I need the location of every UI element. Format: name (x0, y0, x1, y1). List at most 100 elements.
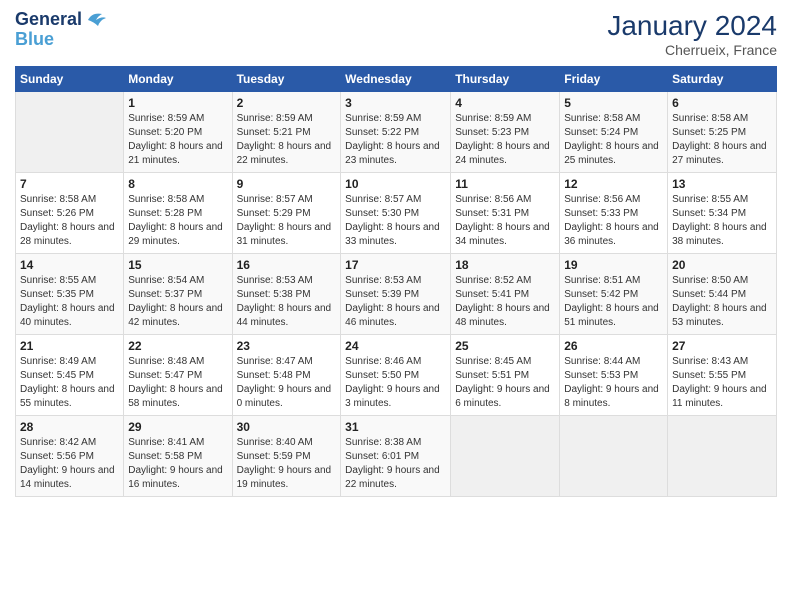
cell-w5-d6 (560, 416, 668, 497)
day-info: Sunrise: 8:58 AMSunset: 5:25 PMDaylight:… (672, 112, 772, 168)
day-number: 22 (128, 339, 227, 353)
day-number: 12 (564, 177, 663, 191)
cell-w3-d3: 16Sunrise: 8:53 AMSunset: 5:38 PMDayligh… (232, 254, 341, 335)
day-info: Sunrise: 8:58 AMSunset: 5:28 PMDaylight:… (128, 193, 227, 249)
week-row-4: 21 Sunrise: 8:49 AMSunset: 5:45 PMDayligh… (16, 335, 777, 416)
cell-w1-d5: 4Sunrise: 8:59 AMSunset: 5:23 PMDaylight… (451, 92, 560, 173)
day-info: Sunrise: 8:45 AMSunset: 5:51 PMDaylight:… (455, 355, 555, 411)
cell-w1-d1 (16, 92, 124, 173)
cell-w1-d6: 5Sunrise: 8:58 AMSunset: 5:24 PMDaylight… (560, 92, 668, 173)
logo-bird-icon (84, 10, 106, 28)
cell-w5-d7 (668, 416, 777, 497)
logo-text-blue: Blue (15, 29, 54, 49)
day-number: 23 (237, 339, 337, 353)
cell-w1-d2: 1 Sunrise: 8:59 AMSunset: 5:20 PMDaylight… (124, 92, 232, 173)
day-number: 24 (345, 339, 446, 353)
cell-w1-d7: 6 Sunrise: 8:58 AMSunset: 5:25 PMDaylight… (668, 92, 777, 173)
day-number: 6 (672, 96, 772, 110)
week-row-5: 28 Sunrise: 8:42 AMSunset: 5:56 PMDayligh… (16, 416, 777, 497)
day-info: Sunrise: 8:40 AMSunset: 5:59 PMDaylight:… (237, 436, 337, 492)
logo-text-general: General (15, 10, 82, 30)
header-tuesday: Tuesday (232, 67, 341, 92)
cell-w5-d2: 29Sunrise: 8:41 AMSunset: 5:58 PMDayligh… (124, 416, 232, 497)
day-info: Sunrise: 8:48 AMSunset: 5:47 PMDaylight:… (128, 355, 227, 411)
page-container: General Blue January 2024 Cherrueix, Fra… (0, 0, 792, 507)
cell-w2-d5: 11 Sunrise: 8:56 AMSunset: 5:31 PMDayligh… (451, 173, 560, 254)
day-info: Sunrise: 8:58 AMSunset: 5:26 PMDaylight:… (20, 193, 119, 249)
month-title: January 2024 (607, 10, 777, 42)
day-info: Sunrise: 8:49 AMSunset: 5:45 PMDaylight:… (20, 355, 119, 411)
cell-w4-d4: 24 Sunrise: 8:46 AMSunset: 5:50 PMDayligh… (341, 335, 451, 416)
day-number: 15 (128, 258, 227, 272)
day-info: Sunrise: 8:55 AMSunset: 5:34 PMDaylight:… (672, 193, 772, 249)
header-monday: Monday (124, 67, 232, 92)
cell-w3-d6: 19Sunrise: 8:51 AMSunset: 5:42 PMDayligh… (560, 254, 668, 335)
day-info: Sunrise: 8:58 AMSunset: 5:24 PMDaylight:… (564, 112, 663, 168)
cell-w5-d4: 31 Sunrise: 8:38 AMSunset: 6:01 PMDayligh… (341, 416, 451, 497)
day-number: 1 (128, 96, 227, 110)
cell-w5-d1: 28 Sunrise: 8:42 AMSunset: 5:56 PMDayligh… (16, 416, 124, 497)
day-number: 29 (128, 420, 227, 434)
day-info: Sunrise: 8:47 AMSunset: 5:48 PMDaylight:… (237, 355, 337, 411)
header-friday: Friday (560, 67, 668, 92)
cell-w1-d3: 2 Sunrise: 8:59 AMSunset: 5:21 PMDaylight… (232, 92, 341, 173)
day-number: 30 (237, 420, 337, 434)
cell-w3-d2: 15Sunrise: 8:54 AMSunset: 5:37 PMDayligh… (124, 254, 232, 335)
day-info: Sunrise: 8:56 AMSunset: 5:33 PMDaylight:… (564, 193, 663, 249)
day-number: 3 (345, 96, 446, 110)
cell-w2-d7: 13 Sunrise: 8:55 AMSunset: 5:34 PMDayligh… (668, 173, 777, 254)
cell-w3-d5: 18 Sunrise: 8:52 AMSunset: 5:41 PMDayligh… (451, 254, 560, 335)
cell-w4-d7: 27Sunrise: 8:43 AMSunset: 5:55 PMDayligh… (668, 335, 777, 416)
day-number: 11 (455, 177, 555, 191)
cell-w2-d2: 8Sunrise: 8:58 AMSunset: 5:28 PMDaylight… (124, 173, 232, 254)
location: Cherrueix, France (607, 42, 777, 58)
day-info: Sunrise: 8:56 AMSunset: 5:31 PMDaylight:… (455, 193, 555, 249)
cell-w4-d3: 23 Sunrise: 8:47 AMSunset: 5:48 PMDayligh… (232, 335, 341, 416)
title-section: January 2024 Cherrueix, France (607, 10, 777, 58)
cell-w2-d4: 10 Sunrise: 8:57 AMSunset: 5:30 PMDayligh… (341, 173, 451, 254)
day-number: 18 (455, 258, 555, 272)
cell-w4-d5: 25 Sunrise: 8:45 AMSunset: 5:51 PMDayligh… (451, 335, 560, 416)
cell-w4-d2: 22 Sunrise: 8:48 AMSunset: 5:47 PMDayligh… (124, 335, 232, 416)
day-number: 10 (345, 177, 446, 191)
day-info: Sunrise: 8:46 AMSunset: 5:50 PMDaylight:… (345, 355, 446, 411)
day-number: 16 (237, 258, 337, 272)
day-number: 2 (237, 96, 337, 110)
day-info: Sunrise: 8:53 AMSunset: 5:39 PMDaylight:… (345, 274, 446, 330)
day-info: Sunrise: 8:52 AMSunset: 5:41 PMDaylight:… (455, 274, 555, 330)
day-number: 20 (672, 258, 772, 272)
day-info: Sunrise: 8:57 AMSunset: 5:30 PMDaylight:… (345, 193, 446, 249)
day-info: Sunrise: 8:59 AMSunset: 5:21 PMDaylight:… (237, 112, 337, 168)
day-number: 4 (455, 96, 555, 110)
calendar-table: Sunday Monday Tuesday Wednesday Thursday… (15, 66, 777, 497)
day-info: Sunrise: 8:43 AMSunset: 5:55 PMDaylight:… (672, 355, 772, 411)
cell-w2-d3: 9Sunrise: 8:57 AMSunset: 5:29 PMDaylight… (232, 173, 341, 254)
day-info: Sunrise: 8:38 AMSunset: 6:01 PMDaylight:… (345, 436, 446, 492)
day-number: 26 (564, 339, 663, 353)
week-row-3: 14Sunrise: 8:55 AMSunset: 5:35 PMDayligh… (16, 254, 777, 335)
cell-w2-d1: 7Sunrise: 8:58 AMSunset: 5:26 PMDaylight… (16, 173, 124, 254)
logo: General Blue (15, 10, 106, 50)
day-number: 25 (455, 339, 555, 353)
header-saturday: Saturday (668, 67, 777, 92)
cell-w1-d4: 3Sunrise: 8:59 AMSunset: 5:22 PMDaylight… (341, 92, 451, 173)
day-number: 31 (345, 420, 446, 434)
day-info: Sunrise: 8:59 AMSunset: 5:20 PMDaylight:… (128, 112, 227, 168)
day-number: 13 (672, 177, 772, 191)
week-row-2: 7Sunrise: 8:58 AMSunset: 5:26 PMDaylight… (16, 173, 777, 254)
header-thursday: Thursday (451, 67, 560, 92)
cell-w4-d6: 26 Sunrise: 8:44 AMSunset: 5:53 PMDayligh… (560, 335, 668, 416)
day-number: 19 (564, 258, 663, 272)
day-info: Sunrise: 8:42 AMSunset: 5:56 PMDaylight:… (20, 436, 119, 492)
cell-w5-d5 (451, 416, 560, 497)
day-number: 21 (20, 339, 119, 353)
day-info: Sunrise: 8:44 AMSunset: 5:53 PMDaylight:… (564, 355, 663, 411)
week-row-1: 1 Sunrise: 8:59 AMSunset: 5:20 PMDaylight… (16, 92, 777, 173)
cell-w2-d6: 12 Sunrise: 8:56 AMSunset: 5:33 PMDayligh… (560, 173, 668, 254)
header-sunday: Sunday (16, 67, 124, 92)
day-number: 28 (20, 420, 119, 434)
cell-w3-d4: 17Sunrise: 8:53 AMSunset: 5:39 PMDayligh… (341, 254, 451, 335)
header: General Blue January 2024 Cherrueix, Fra… (15, 10, 777, 58)
header-wednesday: Wednesday (341, 67, 451, 92)
cell-w5-d3: 30 Sunrise: 8:40 AMSunset: 5:59 PMDayligh… (232, 416, 341, 497)
